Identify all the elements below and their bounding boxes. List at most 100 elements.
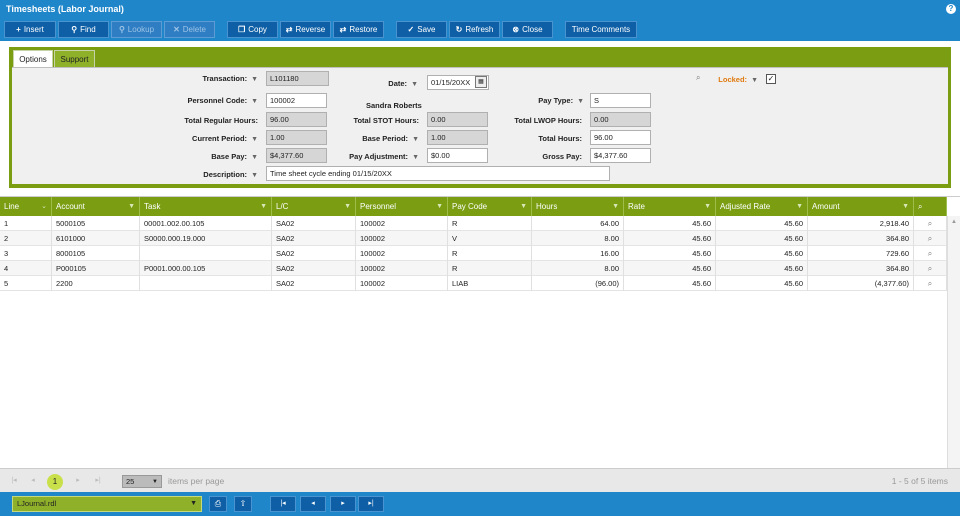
col-header-amount[interactable]: Amount ▼ <box>808 197 914 216</box>
description-field[interactable]: Time sheet cycle ending 01/15/20XX <box>266 166 610 181</box>
total-regular-hours-field: 96.00 <box>266 112 327 127</box>
upload-icon[interactable]: ⇧ <box>234 496 252 512</box>
help-icon[interactable]: ? <box>946 4 956 14</box>
total-stot-hours-label: Total STOT Hours: <box>353 116 419 125</box>
filter-icon[interactable]: ▼ <box>251 136 258 143</box>
options-form: Transaction: ▼ L101180 Date: ▼ 01/15/20XX … <box>12 67 948 184</box>
lines-grid: Line ⌄ Account ▼ Task ▼ L/C ▼ Personnel ▼ Pay… <box>0 196 960 469</box>
table-row[interactable]: 4 P000105 P0001.000.00.105 SA02 100002 R… <box>0 261 947 276</box>
close-icon: ✕ <box>173 25 180 34</box>
window-title: Timesheets (Labor Journal) <box>6 4 124 14</box>
col-header-task[interactable]: Task ▼ <box>140 197 272 216</box>
col-header-personnel[interactable]: Personnel ▼ <box>356 197 448 216</box>
filter-icon[interactable]: ▼ <box>251 76 258 83</box>
col-header-rate[interactable]: Rate ▼ <box>624 197 716 216</box>
attachment-icon[interactable]: ⌕ <box>914 261 947 276</box>
lookup-button[interactable]: ⚲ Lookup <box>111 21 162 38</box>
first-record-icon[interactable]: |◂ <box>270 496 296 512</box>
attachment-icon[interactable]: ⌕ <box>914 231 947 246</box>
gross-pay-label: Gross Pay: <box>542 152 582 161</box>
pay-adjustment-field[interactable]: $0.00 <box>427 148 488 163</box>
col-header-hours[interactable]: Hours ▼ <box>532 197 624 216</box>
refresh-icon: ↻ <box>455 25 463 34</box>
tab-support[interactable]: Support <box>54 50 95 67</box>
first-page-icon[interactable]: |◂ <box>8 475 20 487</box>
filter-icon: ▼ <box>344 203 351 210</box>
window-titlebar: Timesheets (Labor Journal) ? <box>0 0 960 18</box>
restore-button[interactable]: ⇄ Restore <box>333 21 384 38</box>
last-record-icon[interactable]: ▸| <box>358 496 384 512</box>
filter-icon[interactable]: ▼ <box>412 154 419 161</box>
filter-icon: ▼ <box>612 203 619 210</box>
filter-icon[interactable]: ▼ <box>251 98 258 105</box>
scroll-up-icon[interactable]: ▲ <box>951 219 957 225</box>
attachment-icon[interactable]: ⌕ <box>914 216 947 231</box>
page-size-select[interactable]: 25 ▼ <box>122 475 162 488</box>
save-button[interactable]: ✓ Save <box>396 21 447 38</box>
copy-icon: ❐ <box>238 25 246 34</box>
copy-button[interactable]: ❐ Copy <box>227 21 278 38</box>
table-row[interactable]: 5 2200 SA02 100002 LIAB (96.00) 45.60 45… <box>0 276 947 291</box>
gross-pay-field: $4,377.60 <box>590 148 651 163</box>
col-header-pay-code[interactable]: Pay Code ▼ <box>448 197 532 216</box>
check-icon: ✓ <box>407 25 415 34</box>
last-page-icon[interactable]: ▸| <box>92 475 104 487</box>
col-header-lc[interactable]: L/C ▼ <box>272 197 356 216</box>
prev-record-icon[interactable]: ◂ <box>300 496 326 512</box>
transaction-label: Transaction: ▼ <box>202 74 258 83</box>
col-header-account[interactable]: Account ▼ <box>52 197 140 216</box>
col-header-line[interactable]: Line ⌄ <box>0 197 52 216</box>
filter-icon[interactable]: ▼ <box>411 81 418 88</box>
find-button[interactable]: ⚲ Find <box>58 21 109 38</box>
base-period-field: 1.00 <box>427 130 488 145</box>
filter-icon[interactable]: ▼ <box>251 154 258 161</box>
filter-icon[interactable]: ▼ <box>251 172 258 179</box>
table-row[interactable]: 2 6101000 S0000.000.19.000 SA02 100002 V… <box>0 231 947 246</box>
calendar-icon[interactable]: ▦ <box>475 76 487 88</box>
print-icon[interactable]: ⎙ <box>209 496 227 512</box>
filter-icon[interactable]: ▼ <box>412 136 419 143</box>
total-hours-field: 96.00 <box>590 130 651 145</box>
transaction-field[interactable]: L101180 <box>266 71 329 86</box>
delete-button[interactable]: ✕ Delete <box>164 21 215 38</box>
filter-icon: ▼ <box>520 203 527 210</box>
total-lwop-hours-label: Total LWOP Hours: <box>514 116 582 125</box>
close-circle-icon: ⊗ <box>512 25 520 34</box>
filter-icon[interactable]: ▼ <box>577 98 584 105</box>
current-period-field: 1.00 <box>266 130 327 145</box>
next-record-icon[interactable]: ▸ <box>330 496 356 512</box>
refresh-button[interactable]: ↻ Refresh <box>449 21 500 38</box>
col-header-adjusted-rate[interactable]: Adjusted Rate ▼ <box>716 197 808 216</box>
item-count-label: 1 - 5 of 5 items <box>891 476 948 486</box>
attachment-icon[interactable]: ⌕ <box>696 73 700 83</box>
close-button[interactable]: ⊗ Close <box>502 21 553 38</box>
total-stot-hours-field: 0.00 <box>427 112 488 127</box>
grid-vertical-scrollbar[interactable]: ▲ <box>947 216 960 469</box>
attachment-icon[interactable]: ⌕ <box>914 276 947 291</box>
table-row[interactable]: 1 5000105 00001.002.00.105 SA02 100002 R… <box>0 216 947 231</box>
filter-icon[interactable]: ▼ <box>751 77 758 84</box>
chevron-down-icon: ▼ <box>190 500 197 507</box>
reverse-button[interactable]: ⇄ Reverse <box>280 21 331 38</box>
prev-page-icon[interactable]: ◂ <box>27 475 39 487</box>
current-page-button[interactable]: 1 <box>47 474 63 490</box>
personnel-code-label: Personnel Code: ▼ <box>187 96 258 105</box>
report-select[interactable]: LJournal.rdl ▼ <box>12 496 202 512</box>
time-comments-button[interactable]: Time Comments <box>565 21 637 38</box>
table-row[interactable]: 3 8000105 SA02 100002 R 16.00 45.60 45.6… <box>0 246 947 261</box>
total-hours-label: Total Hours: <box>538 134 582 143</box>
filter-icon: ▼ <box>704 203 711 210</box>
filter-icon: ▼ <box>260 203 267 210</box>
personnel-name: Sandra Roberts <box>366 101 422 110</box>
col-header-attachment[interactable]: ⌕ <box>914 197 947 216</box>
locked-checkbox[interactable]: ✓ <box>766 74 776 84</box>
personnel-code-field[interactable]: 100002 <box>266 93 327 108</box>
current-period-label: Current Period: ▼ <box>192 134 258 143</box>
restore-icon: ⇄ <box>339 25 347 34</box>
items-per-page-label: items per page <box>168 476 225 486</box>
attachment-icon[interactable]: ⌕ <box>914 246 947 261</box>
tab-options[interactable]: Options <box>13 50 53 67</box>
pay-type-field[interactable]: S <box>590 93 651 108</box>
next-page-icon[interactable]: ▸ <box>72 475 84 487</box>
insert-button[interactable]: + Insert <box>4 21 56 38</box>
